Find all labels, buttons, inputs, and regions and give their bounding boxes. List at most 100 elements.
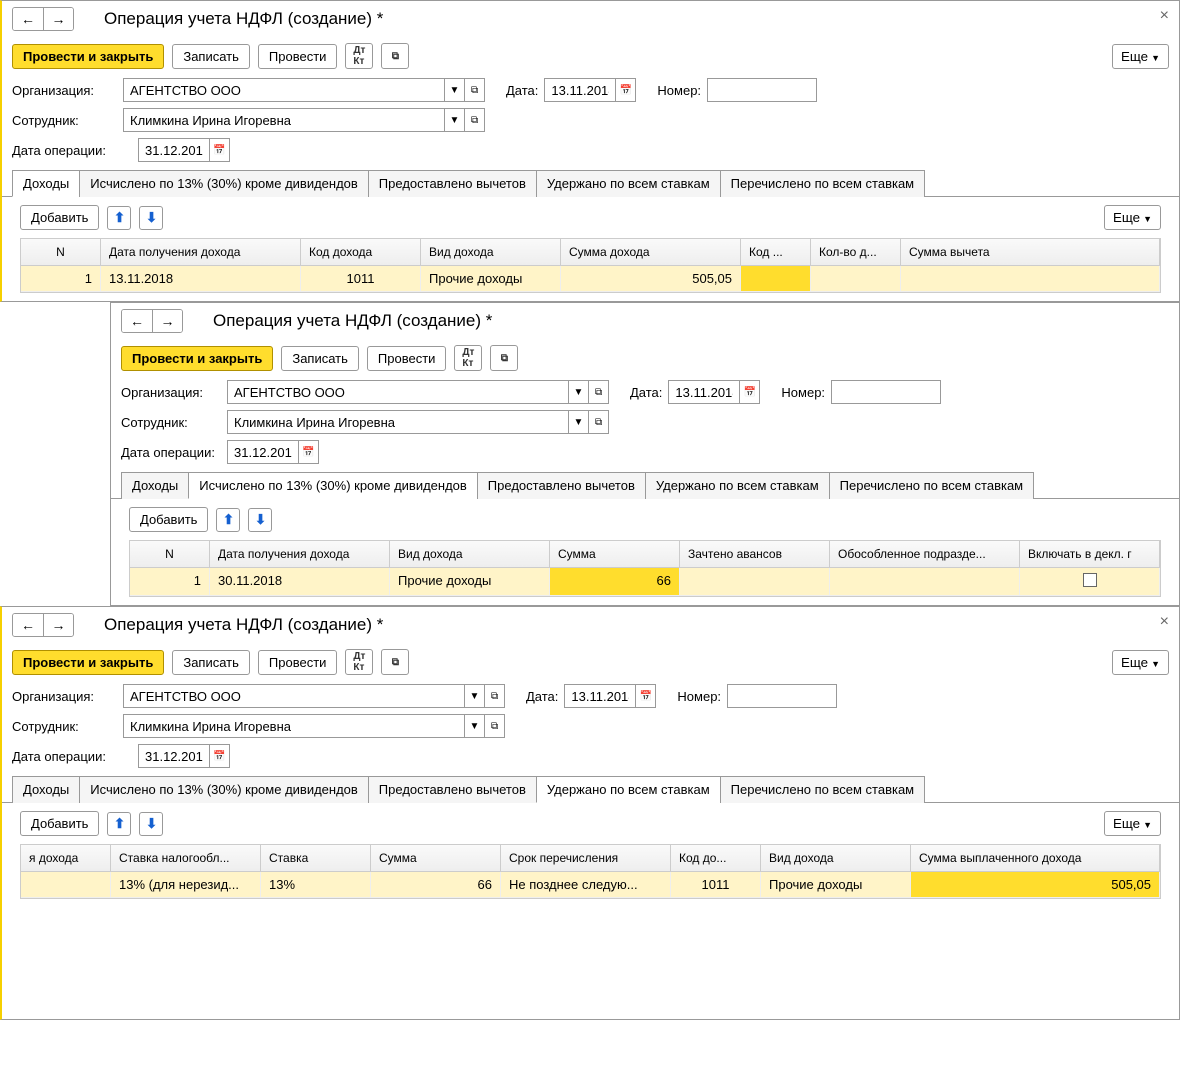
col-term[interactable]: Срок перечисления (501, 845, 671, 871)
tab-transferred[interactable]: Перечислено по всем ставкам (829, 472, 1034, 499)
col-date[interactable]: Дата получения дохода (101, 239, 301, 265)
move-down-icon[interactable]: ⬇ (248, 508, 272, 532)
tab-withheld[interactable]: Удержано по всем ставкам (645, 472, 830, 499)
col-code[interactable]: Код до... (671, 845, 761, 871)
col-incdate[interactable]: я дохода (21, 845, 111, 871)
tab-income[interactable]: Доходы (12, 170, 80, 197)
col-ratekind[interactable]: Ставка налогообл... (111, 845, 261, 871)
move-up-icon[interactable]: ⬆ (107, 206, 131, 230)
tab-withheld[interactable]: Удержано по всем ставкам (536, 776, 721, 803)
more-button[interactable]: Еще▼ (1104, 811, 1161, 836)
back-button[interactable]: ← (13, 614, 43, 636)
col-incl[interactable]: Включать в декл. г (1020, 541, 1160, 567)
dropdown-icon[interactable]: ▼ (464, 685, 484, 707)
tab-calc13[interactable]: Исчислено по 13% (30%) кроме дивидендов (188, 472, 478, 499)
emp-combo[interactable]: ▼ ⧉ (123, 714, 505, 738)
save-button[interactable]: Записать (172, 44, 250, 69)
date-input[interactable] (669, 381, 739, 403)
dtkt-icon[interactable]: ДтКт (345, 43, 373, 69)
post-button[interactable]: Провести (367, 346, 447, 371)
calendar-icon[interactable]: 📅 (209, 745, 229, 767)
table-row[interactable]: 1 13.11.2018 1011 Прочие доходы 505,05 (21, 266, 1160, 292)
col-kind[interactable]: Вид дохода (761, 845, 911, 871)
col-kind[interactable]: Вид дохода (421, 239, 561, 265)
col-n[interactable]: N (21, 239, 101, 265)
date-input[interactable] (545, 79, 615, 101)
open-icon[interactable]: ⧉ (464, 109, 484, 131)
tab-income[interactable]: Доходы (121, 472, 189, 499)
open-icon[interactable]: ⧉ (484, 685, 504, 707)
emp-input[interactable] (124, 109, 444, 131)
checkbox[interactable] (1083, 573, 1097, 587)
dropdown-icon[interactable]: ▼ (444, 79, 464, 101)
open-icon[interactable]: ⧉ (464, 79, 484, 101)
post-button[interactable]: Провести (258, 44, 338, 69)
post-close-button[interactable]: Провести и закрыть (12, 44, 164, 69)
tab-deduct[interactable]: Предоставлено вычетов (368, 776, 537, 803)
col-n[interactable]: N (130, 541, 210, 567)
tab-deduct[interactable]: Предоставлено вычетов (368, 170, 537, 197)
org-combo[interactable]: ▼ ⧉ (227, 380, 609, 404)
org-combo[interactable]: ▼ ⧉ (123, 684, 505, 708)
more-button[interactable]: Еще▼ (1104, 205, 1161, 230)
date-combo[interactable]: 📅 (564, 684, 656, 708)
col-code2[interactable]: Код ... (741, 239, 811, 265)
dtkt-icon[interactable]: ДтКт (345, 649, 373, 675)
save-button[interactable]: Записать (172, 650, 250, 675)
col-kind[interactable]: Вид дохода (390, 541, 550, 567)
calendar-icon[interactable]: 📅 (209, 139, 229, 161)
cell-incl[interactable] (1020, 568, 1160, 595)
add-button[interactable]: Добавить (20, 811, 99, 836)
date-combo[interactable]: 📅 (668, 380, 760, 404)
calendar-icon[interactable]: 📅 (615, 79, 635, 101)
col-rate[interactable]: Ставка (261, 845, 371, 871)
forward-button[interactable]: → (152, 310, 182, 332)
col-dept[interactable]: Обособленное подразде... (830, 541, 1020, 567)
move-down-icon[interactable]: ⬇ (139, 812, 163, 836)
forward-button[interactable]: → (43, 8, 73, 30)
post-button[interactable]: Провести (258, 650, 338, 675)
related-icon[interactable]: ⧉ (490, 345, 518, 371)
tab-calc13[interactable]: Исчислено по 13% (30%) кроме дивидендов (79, 170, 369, 197)
col-code[interactable]: Код дохода (301, 239, 421, 265)
open-icon[interactable]: ⧉ (484, 715, 504, 737)
open-icon[interactable]: ⧉ (588, 411, 608, 433)
col-deduct[interactable]: Сумма вычета (901, 239, 1160, 265)
emp-combo[interactable]: ▼ ⧉ (123, 108, 485, 132)
col-advance[interactable]: Зачтено авансов (680, 541, 830, 567)
post-close-button[interactable]: Провести и закрыть (12, 650, 164, 675)
save-button[interactable]: Записать (281, 346, 359, 371)
forward-button[interactable]: → (43, 614, 73, 636)
opdate-input[interactable] (228, 441, 298, 463)
back-button[interactable]: ← (122, 310, 152, 332)
back-button[interactable]: ← (13, 8, 43, 30)
tab-transferred[interactable]: Перечислено по всем ставкам (720, 776, 925, 803)
col-sum[interactable]: Сумма (371, 845, 501, 871)
dropdown-icon[interactable]: ▼ (464, 715, 484, 737)
col-sum[interactable]: Сумма дохода (561, 239, 741, 265)
more-button[interactable]: Еще▼ (1112, 44, 1169, 69)
col-paid[interactable]: Сумма выплаченного дохода (911, 845, 1160, 871)
date-combo[interactable]: 📅 (544, 78, 636, 102)
tab-income[interactable]: Доходы (12, 776, 80, 803)
opdate-input[interactable] (139, 139, 209, 161)
related-icon[interactable]: ⧉ (381, 43, 409, 69)
dropdown-icon[interactable]: ▼ (444, 109, 464, 131)
calendar-icon[interactable]: 📅 (635, 685, 655, 707)
emp-combo[interactable]: ▼ ⧉ (227, 410, 609, 434)
col-qty[interactable]: Кол-во д... (811, 239, 901, 265)
opdate-combo[interactable]: 📅 (227, 440, 319, 464)
move-up-icon[interactable]: ⬆ (216, 508, 240, 532)
dropdown-icon[interactable]: ▼ (568, 381, 588, 403)
close-icon[interactable]: × (1160, 613, 1169, 631)
emp-input[interactable] (124, 715, 464, 737)
add-button[interactable]: Добавить (129, 507, 208, 532)
opdate-combo[interactable]: 📅 (138, 138, 230, 162)
close-icon[interactable]: × (1160, 7, 1169, 25)
num-input[interactable] (707, 78, 817, 102)
related-icon[interactable]: ⧉ (381, 649, 409, 675)
calendar-icon[interactable]: 📅 (739, 381, 759, 403)
tab-withheld[interactable]: Удержано по всем ставкам (536, 170, 721, 197)
num-input[interactable] (727, 684, 837, 708)
emp-input[interactable] (228, 411, 568, 433)
